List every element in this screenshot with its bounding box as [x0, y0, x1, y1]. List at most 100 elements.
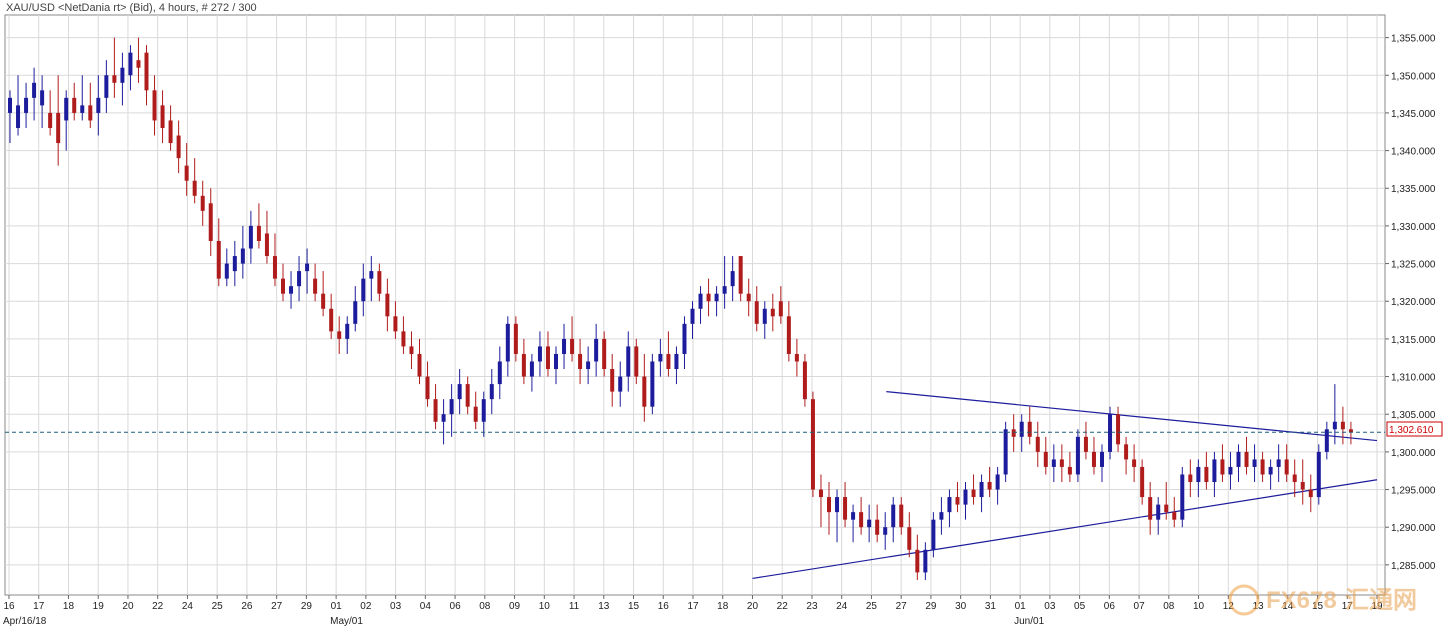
candle-body [272, 256, 277, 279]
candle-body [867, 519, 872, 528]
chart-title: XAU/USD <NetDania rt> (Bid), 4 hours, # … [6, 2, 257, 14]
candle-body [80, 105, 85, 113]
candle-body [1268, 466, 1273, 475]
candle-body [128, 52, 133, 76]
candle-body [281, 278, 285, 294]
candle-body [955, 497, 960, 505]
candle-body [730, 271, 735, 287]
candle [810, 391, 815, 498]
candle-body [377, 271, 382, 294]
candle-body [345, 323, 350, 339]
candle-body [329, 308, 334, 332]
candle-body [843, 497, 848, 520]
candle-body [353, 301, 358, 324]
candle [1180, 466, 1185, 528]
candle-body [441, 414, 446, 422]
candle-body [96, 97, 101, 113]
candle-body [152, 90, 157, 121]
candle-body [626, 346, 631, 377]
candle-body [481, 399, 486, 422]
candle-body [1308, 489, 1313, 498]
candle-body [240, 248, 245, 264]
candle-body [513, 323, 518, 354]
candle-body [24, 97, 29, 113]
candle-body [144, 52, 149, 91]
candle-body [232, 256, 237, 272]
candle-body [385, 293, 390, 317]
candle-body [104, 75, 109, 98]
candle-body [835, 497, 840, 513]
x-tick-label: 06 [1104, 601, 1116, 612]
candle-body [698, 293, 703, 309]
candle-body [489, 384, 494, 400]
y-tick-label: 1,340.000 [1391, 147, 1436, 158]
candle-body [1035, 436, 1040, 452]
candle-body [1140, 466, 1145, 498]
candle-body [1051, 459, 1056, 467]
y-tick-label: 1,350.000 [1391, 71, 1436, 82]
candle-body [931, 519, 936, 550]
x-tick-label: 05 [1074, 601, 1086, 612]
candle-body [1316, 451, 1321, 498]
candle-body [1091, 451, 1096, 467]
x-tick-label: 29 [925, 601, 937, 612]
candle-body [963, 489, 968, 505]
candle-body [1108, 414, 1113, 452]
candle-body [160, 105, 165, 128]
candle-body [658, 353, 663, 362]
candle-body [1276, 459, 1281, 467]
candle-body [1027, 421, 1032, 437]
candle-body [722, 286, 727, 294]
last-price-label: 1,302.610 [1389, 425, 1434, 436]
candle-body [136, 60, 141, 68]
x-tick-label: 01 [1015, 601, 1027, 612]
candle-body [851, 512, 856, 520]
candle-body [746, 293, 751, 302]
x-tick-label: 22 [152, 601, 164, 612]
candle-body [369, 271, 374, 279]
x-tick-label: 27 [271, 601, 283, 612]
candle-body [1332, 421, 1337, 430]
candle-body [401, 331, 406, 347]
y-tick-label: 1,295.000 [1391, 486, 1436, 497]
candle-body [1067, 466, 1072, 475]
candle-body [200, 195, 205, 211]
candle-body [979, 482, 984, 498]
candle-body [947, 497, 952, 513]
candle-body [602, 338, 607, 370]
y-tick-label: 1,290.000 [1391, 523, 1436, 534]
candle-body [208, 203, 213, 241]
candle-body [120, 67, 125, 83]
candle-body [1132, 459, 1137, 467]
candle-body [1124, 444, 1129, 460]
candle-body [1003, 429, 1008, 475]
candle-body [770, 308, 775, 317]
candle-body [650, 361, 655, 407]
candle-body [810, 399, 815, 490]
candle-body [995, 474, 1000, 490]
candle-body [40, 90, 45, 106]
x-tick-label: 10 [539, 601, 551, 612]
y-tick-label: 1,325.000 [1391, 260, 1436, 271]
y-tick-label: 1,300.000 [1391, 448, 1436, 459]
candle-body [618, 376, 623, 392]
x-tick-label: 25 [212, 601, 224, 612]
x-date-label: Apr/16/18 [3, 616, 47, 627]
candle-body [32, 82, 37, 98]
watermark-cn-text: 汇通网 [1345, 587, 1417, 614]
candle-body [570, 338, 575, 354]
y-tick-label: 1,305.000 [1391, 410, 1436, 421]
plot-area [4, 14, 1386, 596]
candle [802, 353, 807, 407]
y-tick-label: 1,320.000 [1391, 297, 1436, 308]
x-tick-label: 18 [63, 601, 75, 612]
x-tick-label: 29 [301, 601, 313, 612]
y-tick-label: 1,345.000 [1391, 109, 1436, 120]
y-tick-label: 1,335.000 [1391, 184, 1436, 195]
candle-body [256, 225, 261, 241]
candle-body [393, 316, 398, 332]
x-tick-label: 20 [122, 601, 134, 612]
candle-body [1284, 459, 1289, 475]
x-tick-label: 30 [955, 601, 967, 612]
y-tick-label: 1,355.000 [1391, 34, 1436, 45]
